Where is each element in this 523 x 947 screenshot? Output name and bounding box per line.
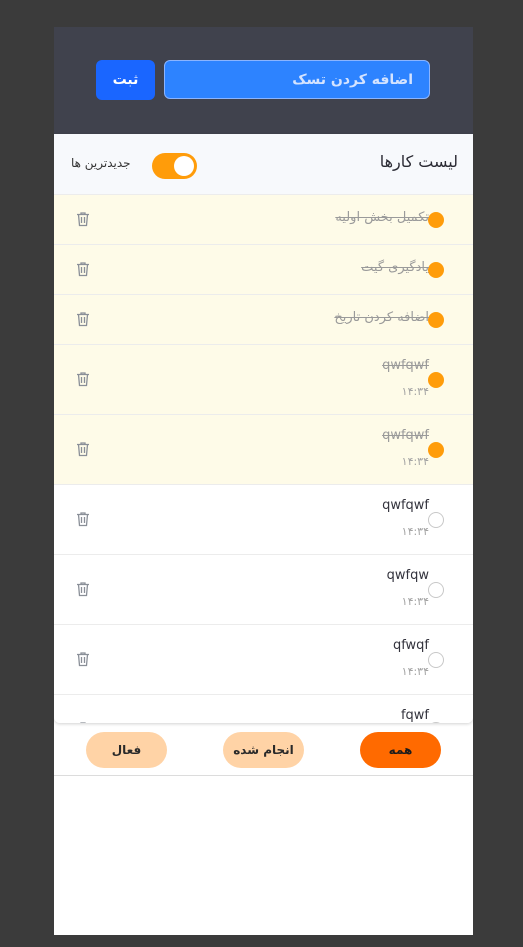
task-checkbox[interactable] [428,652,444,668]
task-checkbox[interactable] [428,512,444,528]
task-title: یادگیری گیت [361,260,429,275]
task-item: qwfqwf ۱۴:۳۴ [54,345,473,415]
task-checkbox[interactable] [428,582,444,598]
task-time: ۱۴:۳۴ [401,665,429,678]
trash-icon[interactable] [76,511,90,527]
list-header: لیست کارها جدیدترین ها [54,134,473,195]
task-item: fqwf [54,695,473,723]
trash-icon[interactable] [76,441,90,457]
list-title: لیست کارها [379,152,458,171]
task-title: تکمیل بخش اولیه [335,210,429,225]
task-checkbox[interactable] [428,442,444,458]
task-time: ۱۴:۳۴ [401,595,429,608]
trash-icon[interactable] [76,211,90,227]
task-title: fqwf [400,708,429,723]
sort-toggle-label: جدیدترین ها [71,156,131,170]
task-title: qfwqf [392,638,429,653]
task-title: qwfqwf [382,358,429,373]
task-item: qwfqwf ۱۴:۳۴ [54,485,473,555]
header: ثبت [54,27,473,134]
task-item: تکمیل بخش اولیه [54,195,473,245]
submit-button[interactable]: ثبت [96,60,155,100]
trash-icon[interactable] [76,311,90,327]
task-time: ۱۴:۳۴ [401,455,429,468]
task-checkbox[interactable] [428,262,444,278]
task-item: qwfqwf ۱۴:۳۴ [54,415,473,485]
task-time: ۱۴:۳۴ [401,525,429,538]
task-title: qwfqwf [382,428,429,443]
task-title: qwfqw [386,568,429,583]
task-title: اضافه کردن تاریخ [334,310,429,325]
task-item: qfwqf ۱۴:۳۴ [54,625,473,695]
trash-icon[interactable] [76,371,90,387]
task-item: اضافه کردن تاریخ [54,295,473,345]
sort-newest-toggle[interactable] [152,153,197,179]
task-list-card: لیست کارها جدیدترین ها تکمیل بخش اولیه ی… [54,134,473,723]
toggle-knob [174,156,194,176]
trash-icon[interactable] [76,261,90,277]
filter-active-button[interactable]: فعال [86,732,167,768]
task-checkbox[interactable] [428,372,444,388]
task-list: تکمیل بخش اولیه یادگیری گیت اضافه کردن ت… [54,195,473,723]
todo-app: ثبت لیست کارها جدیدترین ها تکمیل بخش اول… [54,27,473,935]
task-title: qwfqwf [382,498,429,513]
trash-icon[interactable] [76,581,90,597]
filter-all-button[interactable]: همه [360,732,441,768]
trash-icon[interactable] [76,651,90,667]
task-checkbox[interactable] [428,312,444,328]
task-input[interactable] [164,60,430,99]
task-item: یادگیری گیت [54,245,473,295]
task-time: ۱۴:۳۴ [401,385,429,398]
task-item: qwfqw ۱۴:۳۴ [54,555,473,625]
task-checkbox[interactable] [428,212,444,228]
filter-done-button[interactable]: انجام شده [223,732,304,768]
filter-bar: همه انجام شده فعال [54,723,473,776]
